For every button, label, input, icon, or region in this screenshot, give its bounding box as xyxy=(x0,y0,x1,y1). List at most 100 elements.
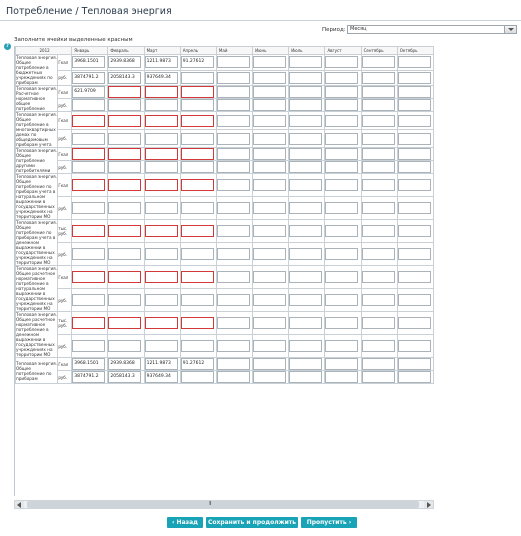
value-input[interactable] xyxy=(253,161,287,173)
value-input[interactable] xyxy=(180,161,214,173)
value-input[interactable] xyxy=(108,225,142,237)
value-input[interactable] xyxy=(325,132,359,145)
value-input[interactable] xyxy=(361,371,395,383)
value-input[interactable] xyxy=(325,161,359,173)
value-input[interactable] xyxy=(361,271,395,283)
value-input[interactable]: 2058143.3 xyxy=(108,71,142,84)
value-input[interactable] xyxy=(325,114,359,127)
value-input[interactable] xyxy=(289,71,323,84)
value-input[interactable] xyxy=(180,148,214,160)
value-input[interactable] xyxy=(289,132,323,145)
value-input[interactable] xyxy=(144,132,178,145)
value-input[interactable] xyxy=(108,179,142,191)
value-input[interactable] xyxy=(253,148,287,160)
value-input[interactable] xyxy=(361,358,395,370)
value-input[interactable] xyxy=(289,179,323,191)
value-input[interactable] xyxy=(180,114,214,127)
value-input[interactable] xyxy=(216,340,250,352)
value-input[interactable] xyxy=(72,99,106,111)
horizontal-scrollbar[interactable]: III xyxy=(14,500,434,509)
value-input[interactable] xyxy=(180,179,214,191)
value-input[interactable] xyxy=(397,161,431,173)
value-input[interactable] xyxy=(144,179,178,191)
value-input[interactable] xyxy=(325,271,359,283)
value-input[interactable] xyxy=(144,86,178,98)
value-input[interactable] xyxy=(325,202,359,214)
value-input[interactable]: 621.9709 xyxy=(72,86,106,98)
value-input[interactable] xyxy=(361,179,395,191)
value-input[interactable] xyxy=(397,317,431,329)
value-input[interactable] xyxy=(180,248,214,260)
value-input[interactable] xyxy=(72,161,106,173)
value-input[interactable] xyxy=(180,225,214,237)
value-input[interactable] xyxy=(216,114,250,127)
value-input[interactable] xyxy=(108,317,142,329)
value-input[interactable] xyxy=(108,99,142,111)
value-input[interactable] xyxy=(216,161,250,173)
value-input[interactable] xyxy=(289,161,323,173)
value-input[interactable] xyxy=(253,179,287,191)
value-input[interactable] xyxy=(144,271,178,283)
value-input[interactable] xyxy=(72,179,106,191)
value-input[interactable] xyxy=(216,248,250,260)
scrollbar-thumb[interactable] xyxy=(27,501,419,508)
value-input[interactable] xyxy=(253,56,287,69)
value-input[interactable] xyxy=(361,317,395,329)
value-input[interactable] xyxy=(253,86,287,98)
value-input[interactable] xyxy=(397,99,431,111)
value-input[interactable] xyxy=(72,148,106,160)
value-input[interactable]: 3968.1501 xyxy=(72,56,106,69)
value-input[interactable] xyxy=(253,132,287,145)
value-input[interactable] xyxy=(361,340,395,352)
period-select[interactable]: Месяц xyxy=(347,25,517,34)
value-input[interactable] xyxy=(253,317,287,329)
scroll-left-icon[interactable] xyxy=(15,501,24,508)
value-input[interactable] xyxy=(253,294,287,306)
value-input[interactable] xyxy=(108,114,142,127)
value-input[interactable] xyxy=(108,248,142,260)
value-input[interactable] xyxy=(361,99,395,111)
value-input[interactable]: 91.27612 xyxy=(180,56,214,69)
value-input[interactable] xyxy=(216,317,250,329)
value-input[interactable] xyxy=(289,317,323,329)
value-input[interactable] xyxy=(180,71,214,84)
value-input[interactable] xyxy=(72,340,106,352)
scroll-right-icon[interactable] xyxy=(424,501,433,508)
value-input[interactable] xyxy=(325,225,359,237)
value-input[interactable] xyxy=(216,86,250,98)
value-input[interactable] xyxy=(325,340,359,352)
value-input[interactable] xyxy=(289,148,323,160)
value-input[interactable] xyxy=(253,358,287,370)
value-input[interactable] xyxy=(108,271,142,283)
value-input[interactable] xyxy=(216,271,250,283)
value-input[interactable] xyxy=(397,202,431,214)
value-input[interactable] xyxy=(361,132,395,145)
value-input[interactable] xyxy=(289,358,323,370)
value-input[interactable] xyxy=(253,271,287,283)
value-input[interactable] xyxy=(325,86,359,98)
value-input[interactable] xyxy=(216,371,250,383)
value-input[interactable] xyxy=(361,86,395,98)
value-input[interactable] xyxy=(180,371,214,383)
value-input[interactable] xyxy=(108,132,142,145)
value-input[interactable]: 1211.9873 xyxy=(144,56,178,69)
value-input[interactable] xyxy=(397,132,431,145)
value-input[interactable] xyxy=(325,99,359,111)
value-input[interactable] xyxy=(361,114,395,127)
value-input[interactable] xyxy=(289,202,323,214)
value-input[interactable] xyxy=(253,114,287,127)
value-input[interactable] xyxy=(180,340,214,352)
value-input[interactable] xyxy=(397,148,431,160)
value-input[interactable] xyxy=(72,248,106,260)
value-input[interactable] xyxy=(180,294,214,306)
value-input[interactable] xyxy=(397,271,431,283)
value-input[interactable] xyxy=(216,132,250,145)
value-input[interactable] xyxy=(253,248,287,260)
value-input[interactable] xyxy=(253,371,287,383)
back-button[interactable]: ‹ Назад xyxy=(167,517,203,528)
value-input[interactable] xyxy=(144,340,178,352)
value-input[interactable] xyxy=(216,225,250,237)
value-input[interactable] xyxy=(108,294,142,306)
value-input[interactable]: 3968.1501 xyxy=(72,358,106,370)
value-input[interactable] xyxy=(253,71,287,84)
